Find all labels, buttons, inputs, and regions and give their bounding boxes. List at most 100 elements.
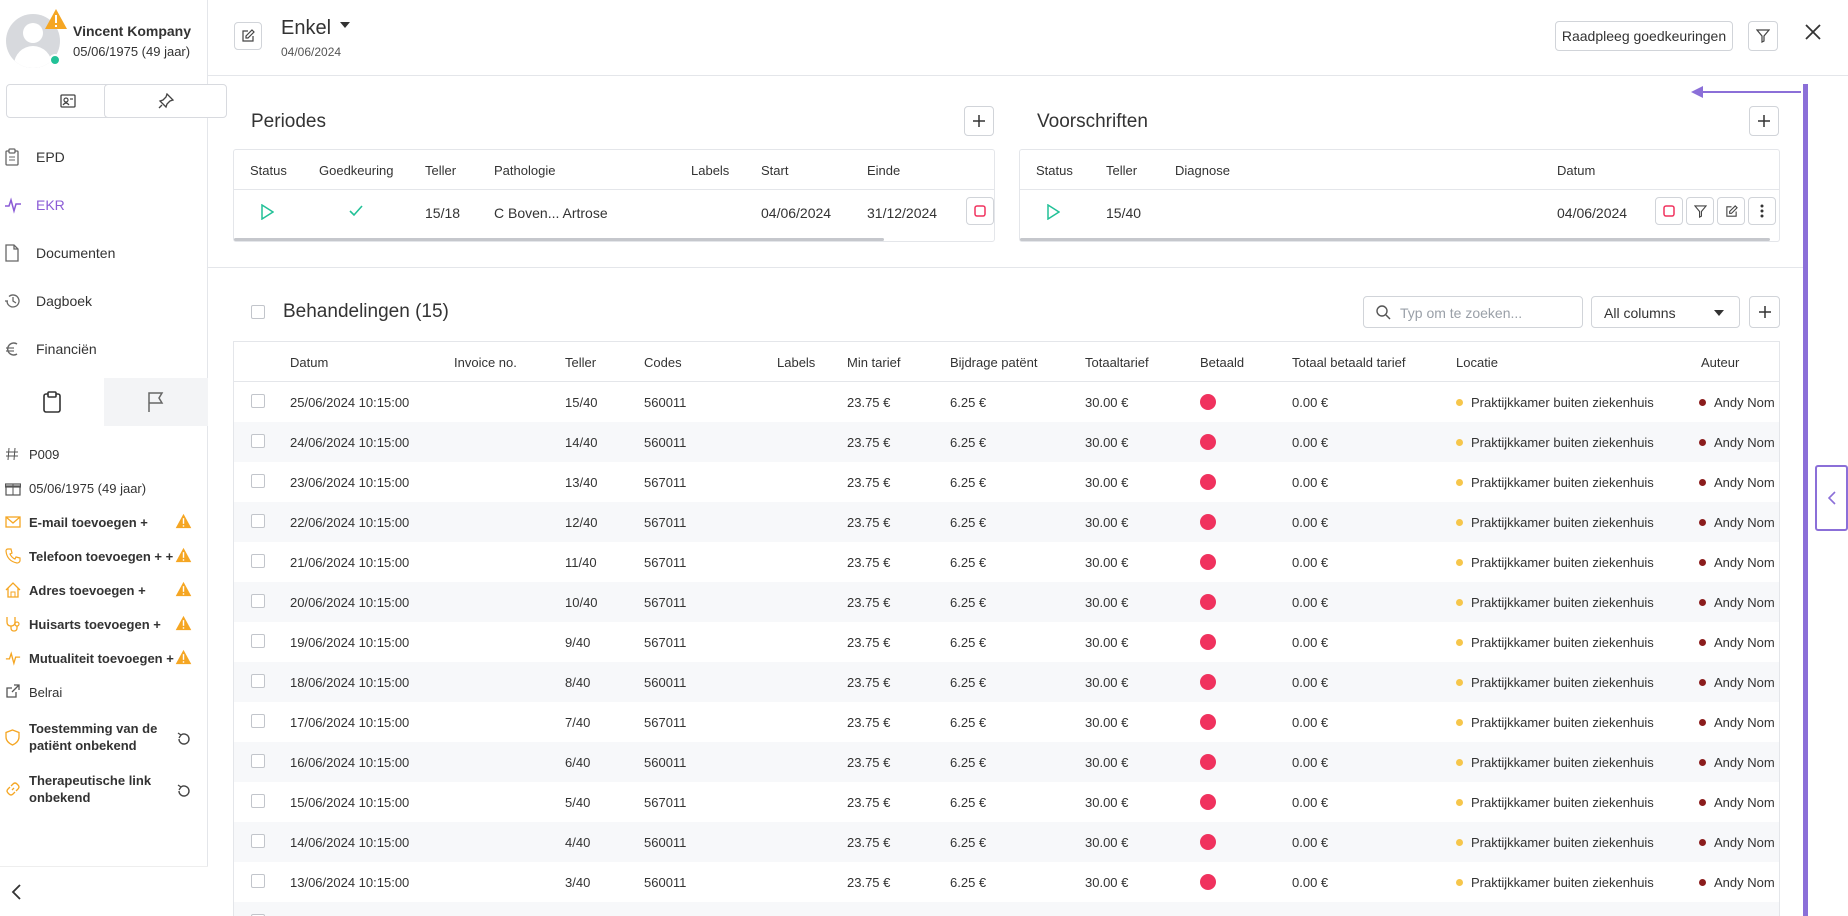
period-pathologie: C Boven... Artrose [494, 205, 608, 221]
table-row[interactable]: 22/06/2024 10:15:00 12/40 567011 23.75 € 6.2… [234, 502, 1779, 542]
cell-datum: 22/06/2024 10:15:00 [290, 515, 410, 530]
table-row[interactable]: 14/06/2024 10:15:00 4/40 560011 23.75 € 6.25… [234, 822, 1779, 862]
tab-flags[interactable] [104, 378, 208, 426]
col-datum[interactable]: Datum [1557, 163, 1595, 178]
col-pathologie[interactable]: Pathologie [494, 163, 555, 178]
nav-item-dagboek[interactable]: Dagboek [0, 281, 208, 321]
column-filter-select[interactable]: All columns [1591, 296, 1740, 328]
cell-teller: 10/40 [565, 595, 598, 610]
row-checkbox[interactable] [251, 834, 265, 848]
stop-prescription-button[interactable] [1655, 197, 1683, 225]
stop-period-button[interactable] [966, 197, 994, 225]
col-min-tarief[interactable]: Min tarief [847, 355, 900, 370]
chevron-left-icon[interactable] [10, 884, 22, 900]
row-checkbox[interactable] [251, 594, 265, 608]
nav-item-ekr[interactable]: EKR [0, 185, 208, 225]
col-betaald[interactable]: Betaald [1200, 355, 1244, 370]
refresh-icon[interactable] [176, 731, 192, 747]
patient-card[interactable]: Vincent Kompany 05/06/1975 (49 jaar) [6, 9, 206, 72]
col-datum[interactable]: Datum [290, 355, 328, 370]
tab-patient-info[interactable] [0, 378, 104, 426]
location-dot [1456, 879, 1463, 886]
add-mutuality[interactable]: Mutualiteit toevoegen + [0, 649, 208, 670]
expand-panel-button[interactable] [1815, 465, 1848, 531]
row-checkbox[interactable] [251, 554, 265, 568]
table-row[interactable]: 24/06/2024 10:15:00 14/40 560011 23.75 € 6.2… [234, 422, 1779, 462]
col-labels[interactable]: Labels [691, 163, 729, 178]
edit-prescription-button[interactable] [1717, 197, 1745, 225]
row-checkbox[interactable] [251, 754, 265, 768]
col-goedkeuring[interactable]: Goedkeuring [319, 163, 393, 178]
nav-item-epd[interactable]: EPD [0, 137, 208, 177]
col-totaaltarief[interactable]: Totaaltarief [1085, 355, 1149, 370]
add-address[interactable]: Adres toevoegen + [0, 581, 208, 602]
col-einde[interactable]: Einde [867, 163, 900, 178]
select-all-checkbox[interactable] [251, 305, 265, 319]
col-status[interactable]: Status [1036, 163, 1073, 178]
add-treatment-button[interactable] [1749, 296, 1780, 328]
cell-totaaltarief: 30.00 € [1085, 555, 1129, 570]
col-totaal-betaald[interactable]: Totaal betaald tarief [1292, 355, 1405, 370]
consult-approvals-button[interactable]: Raadpleeg goedkeuringen [1555, 21, 1733, 51]
add-phone[interactable]: Telefoon toevoegen + + [0, 547, 208, 568]
add-gp[interactable]: Huisarts toevoegen + [0, 615, 208, 636]
patient-code: P009 [0, 446, 208, 466]
table-row[interactable]: 17/06/2024 10:15:00 7/40 567011 23.75 € 6.25… [234, 702, 1779, 742]
edit-button[interactable] [234, 22, 262, 50]
filter-button[interactable] [1748, 21, 1778, 51]
periodes-row[interactable]: 15/18 C Boven... Artrose 04/06/2024 31/1… [234, 190, 994, 234]
table-row[interactable]: 21/06/2024 10:15:00 11/40 567011 23.75 € 6.2… [234, 542, 1779, 582]
table-row-partial[interactable] [234, 902, 1779, 916]
voorschriften-scrollbar[interactable] [1020, 238, 1770, 241]
more-options-button[interactable] [1748, 197, 1776, 225]
table-row[interactable]: 18/06/2024 10:15:00 8/40 560011 23.75 € 6.25… [234, 662, 1779, 702]
caret-down-icon[interactable] [340, 22, 350, 28]
periodes-scrollbar[interactable] [234, 238, 884, 241]
table-row[interactable]: 20/06/2024 10:15:00 10/40 567011 23.75 € 6.2… [234, 582, 1779, 622]
col-auteur[interactable]: Auteur [1701, 355, 1739, 370]
col-locatie[interactable]: Locatie [1456, 355, 1498, 370]
col-teller[interactable]: Teller [425, 163, 456, 178]
page-title[interactable]: Enkel [281, 17, 331, 40]
row-checkbox[interactable] [251, 794, 265, 808]
col-bijdrage[interactable]: Bijdrage patënt [950, 355, 1037, 370]
col-teller[interactable]: Teller [1106, 163, 1137, 178]
add-period-button[interactable] [964, 106, 994, 136]
refresh-icon[interactable] [176, 783, 192, 799]
add-email[interactable]: E-mail toevoegen + [0, 513, 208, 534]
col-invoice[interactable]: Invoice no. [454, 355, 517, 370]
search-input[interactable]: Typ om te zoeken... [1363, 296, 1583, 328]
row-checkbox[interactable] [251, 514, 265, 528]
row-checkbox[interactable] [251, 634, 265, 648]
col-start[interactable]: Start [761, 163, 788, 178]
col-diagnose[interactable]: Diagnose [1175, 163, 1230, 178]
table-row[interactable]: 19/06/2024 10:15:00 9/40 567011 23.75 € 6.25… [234, 622, 1779, 662]
table-row[interactable]: 15/06/2024 10:15:00 5/40 567011 23.75 € 6.25… [234, 782, 1779, 822]
row-checkbox[interactable] [251, 474, 265, 488]
sidebar: Vincent Kompany 05/06/1975 (49 jaar) EPD… [0, 0, 227, 916]
table-row[interactable]: 25/06/2024 10:15:00 15/40 560011 23.75 € 6.2… [234, 382, 1779, 422]
belrai-link[interactable]: Belrai [0, 684, 208, 704]
add-mutuality-label: Mutualiteit toevoegen + [29, 651, 174, 666]
close-icon[interactable] [1805, 24, 1821, 40]
table-row[interactable]: 16/06/2024 10:15:00 6/40 560011 23.75 € 6.25… [234, 742, 1779, 782]
col-codes[interactable]: Codes [644, 355, 682, 370]
row-checkbox[interactable] [251, 874, 265, 888]
col-labels[interactable]: Labels [777, 355, 815, 370]
col-status[interactable]: Status [250, 163, 287, 178]
id-card-icon [59, 94, 76, 108]
row-checkbox[interactable] [251, 394, 265, 408]
row-checkbox[interactable] [251, 434, 265, 448]
row-checkbox[interactable] [251, 714, 265, 728]
table-row[interactable]: 23/06/2024 10:15:00 13/40 567011 23.75 € 6.2… [234, 462, 1779, 502]
nav-item-documenten[interactable]: Documenten [0, 233, 208, 273]
add-prescription-button[interactable] [1749, 106, 1779, 136]
voorschriften-row[interactable]: 15/40 04/06/2024 [1020, 190, 1779, 234]
pin-button[interactable] [104, 84, 227, 118]
col-teller[interactable]: Teller [565, 355, 596, 370]
filter-prescription-button[interactable] [1686, 197, 1714, 225]
location-label: Praktijkkamer buiten ziekenhuis [1471, 875, 1654, 890]
row-checkbox[interactable] [251, 674, 265, 688]
table-row[interactable]: 13/06/2024 10:15:00 3/40 560011 23.75 € 6.25… [234, 862, 1779, 902]
nav-item-financien[interactable]: Financiën [0, 329, 208, 369]
